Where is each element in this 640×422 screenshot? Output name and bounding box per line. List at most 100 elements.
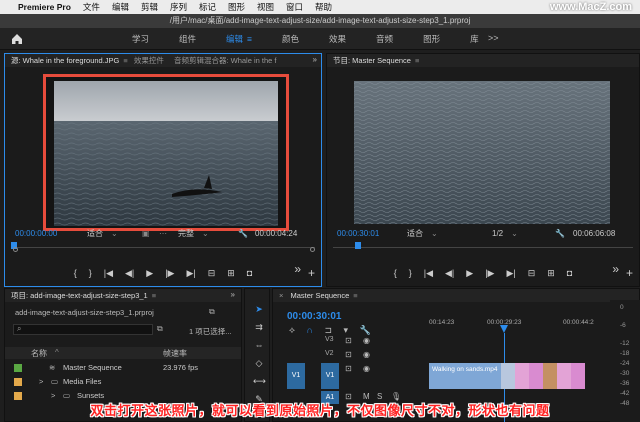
list-item[interactable]: > ▭ Media Files: [5, 375, 241, 389]
step-forward-icon[interactable]: |▶: [165, 268, 174, 279]
panel-overflow-icon[interactable]: »: [313, 55, 317, 64]
lift-icon[interactable]: ⊟: [528, 268, 536, 279]
workspace-tab-color[interactable]: 颜色: [282, 33, 299, 45]
eye-icon[interactable]: ◉: [363, 364, 370, 373]
program-scrubber[interactable]: [333, 241, 633, 253]
tab-audio-clip-mixer[interactable]: 音频剪辑混合器: Whale in the f: [174, 56, 277, 65]
source-fit-dropdown[interactable]: 适合 ⌄: [87, 228, 118, 240]
eye-icon[interactable]: ◉: [363, 350, 370, 359]
go-to-out-icon[interactable]: ▶|: [186, 268, 195, 279]
ripple-edit-tool-icon[interactable]: ⇔: [253, 339, 265, 351]
home-icon[interactable]: [10, 32, 24, 46]
workspace-tab-graphics[interactable]: 图形: [423, 33, 440, 45]
menu-icon[interactable]: ≡: [123, 56, 127, 65]
panel-overflow-icon[interactable]: »: [231, 290, 235, 299]
timeline-timecode[interactable]: 00:00:30:01: [287, 311, 341, 322]
track-target-v1[interactable]: V1: [321, 363, 339, 389]
lock-icon[interactable]: ⊡: [345, 364, 352, 373]
overflow-icon[interactable]: »: [294, 262, 301, 276]
tab-timeline[interactable]: Master Sequence: [290, 291, 349, 300]
play-icon[interactable]: ▶: [146, 268, 153, 279]
mark-in-icon[interactable]: {: [74, 268, 77, 278]
expand-arrow-icon[interactable]: >: [39, 375, 43, 389]
tab-source[interactable]: 源: Whale in the foreground.JPG: [11, 56, 119, 65]
wrench-icon[interactable]: 🔧: [238, 228, 248, 240]
camera-icon[interactable]: ◘: [247, 268, 252, 278]
go-to-in-icon[interactable]: |◀: [424, 268, 433, 279]
project-search-input[interactable]: ⌕: [13, 324, 153, 335]
timeline-settings-icon[interactable]: 🔧: [360, 325, 371, 335]
workspace-tab-learn[interactable]: 学习: [132, 33, 149, 45]
out-point-dot[interactable]: [310, 247, 315, 252]
time-ruler[interactable]: 00:14:23 00:00:29:23 00:00:44:2: [429, 319, 607, 333]
menu-sequence[interactable]: 序列: [170, 1, 187, 13]
app-name-menu[interactable]: Premiere Pro: [18, 2, 71, 12]
step-back-icon[interactable]: ◀|: [445, 268, 454, 279]
timeline-clip[interactable]: [571, 363, 585, 389]
slip-tool-icon[interactable]: ⟷: [253, 375, 266, 387]
lock-icon[interactable]: ⊡: [345, 336, 352, 345]
mark-out-icon[interactable]: }: [89, 268, 92, 278]
export-frame-icon[interactable]: ▣: [142, 228, 150, 240]
play-icon[interactable]: ▶: [466, 268, 473, 279]
timeline-clip[interactable]: [557, 363, 571, 389]
track-select-tool-icon[interactable]: ⇉: [253, 321, 265, 333]
program-quality-dropdown[interactable]: 1/2 ⌄: [492, 228, 518, 240]
timeline-clip[interactable]: [501, 363, 515, 389]
settings-icon[interactable]: ⋯: [159, 228, 167, 240]
timeline-clip[interactable]: [529, 363, 543, 389]
add-button-icon[interactable]: +: [626, 266, 633, 280]
find-icon[interactable]: ⧉: [157, 324, 163, 334]
menu-help[interactable]: 帮助: [315, 1, 332, 13]
column-framerate[interactable]: 帧速率: [163, 348, 187, 359]
program-timecode-in[interactable]: 00:00:30:01: [337, 228, 379, 240]
extract-icon[interactable]: ⊞: [547, 268, 555, 279]
source-timecode-in[interactable]: 00:00:00:00: [15, 228, 57, 240]
source-scrubber[interactable]: [11, 241, 315, 253]
overflow-icon[interactable]: »: [612, 262, 619, 276]
timeline-clip[interactable]: [515, 363, 529, 389]
overwrite-icon[interactable]: ⊞: [227, 268, 235, 279]
add-marker-icon[interactable]: ▾: [344, 325, 349, 335]
new-bin-icon[interactable]: ⧉: [209, 307, 215, 317]
menu-file[interactable]: 文件: [83, 1, 100, 13]
menu-view[interactable]: 视图: [257, 1, 274, 13]
timeline-clip[interactable]: Walking on sands.mp4: [429, 363, 501, 389]
snap-icon[interactable]: ⟡: [289, 325, 295, 335]
timeline-clip[interactable]: [543, 363, 557, 389]
workspace-tab-effects[interactable]: 效果: [329, 33, 346, 45]
menu-icon[interactable]: ≡: [353, 291, 357, 300]
camera-icon[interactable]: ◘: [567, 268, 572, 278]
menu-graphics[interactable]: 图形: [228, 1, 245, 13]
more-workspaces-button[interactable]: >>: [488, 33, 499, 43]
linked-selection-icon[interactable]: ⊐: [324, 325, 332, 335]
lock-icon[interactable]: ⊡: [345, 350, 352, 359]
tab-program[interactable]: 节目: Master Sequence: [333, 56, 411, 65]
razor-tool-icon[interactable]: ◇: [253, 357, 265, 369]
wrench-icon[interactable]: 🔧: [555, 228, 565, 240]
source-patch-v1[interactable]: V1: [287, 363, 305, 389]
add-button-icon[interactable]: +: [308, 266, 315, 280]
magnet-icon[interactable]: ∩: [306, 325, 312, 335]
mark-in-icon[interactable]: {: [394, 268, 397, 278]
step-forward-icon[interactable]: |▶: [485, 268, 494, 279]
workspace-tab-editing[interactable]: 编辑 ≡: [226, 33, 252, 45]
workspace-tab-audio[interactable]: 音频: [376, 33, 393, 45]
column-name[interactable]: 名称: [31, 348, 47, 359]
list-item[interactable]: ≋ Master Sequence 23.976 fps: [5, 361, 241, 375]
close-icon[interactable]: ×: [279, 291, 283, 300]
playhead[interactable]: [355, 242, 361, 249]
go-to-in-icon[interactable]: |◀: [104, 268, 113, 279]
menu-window[interactable]: 窗口: [286, 1, 303, 13]
insert-icon[interactable]: ⊟: [208, 268, 216, 279]
workspace-tab-assembly[interactable]: 组件: [179, 33, 196, 45]
mark-out-icon[interactable]: }: [409, 268, 412, 278]
step-back-icon[interactable]: ◀|: [125, 268, 134, 279]
program-fit-dropdown[interactable]: 适合 ⌄: [407, 228, 438, 240]
menu-icon[interactable]: ≡: [152, 291, 156, 300]
menu-markers[interactable]: 标记: [199, 1, 216, 13]
go-to-out-icon[interactable]: ▶|: [506, 268, 515, 279]
tab-effect-controls[interactable]: 效果控件: [134, 56, 164, 65]
selection-tool-icon[interactable]: ➤: [253, 303, 265, 315]
in-point-dot[interactable]: [13, 247, 18, 252]
